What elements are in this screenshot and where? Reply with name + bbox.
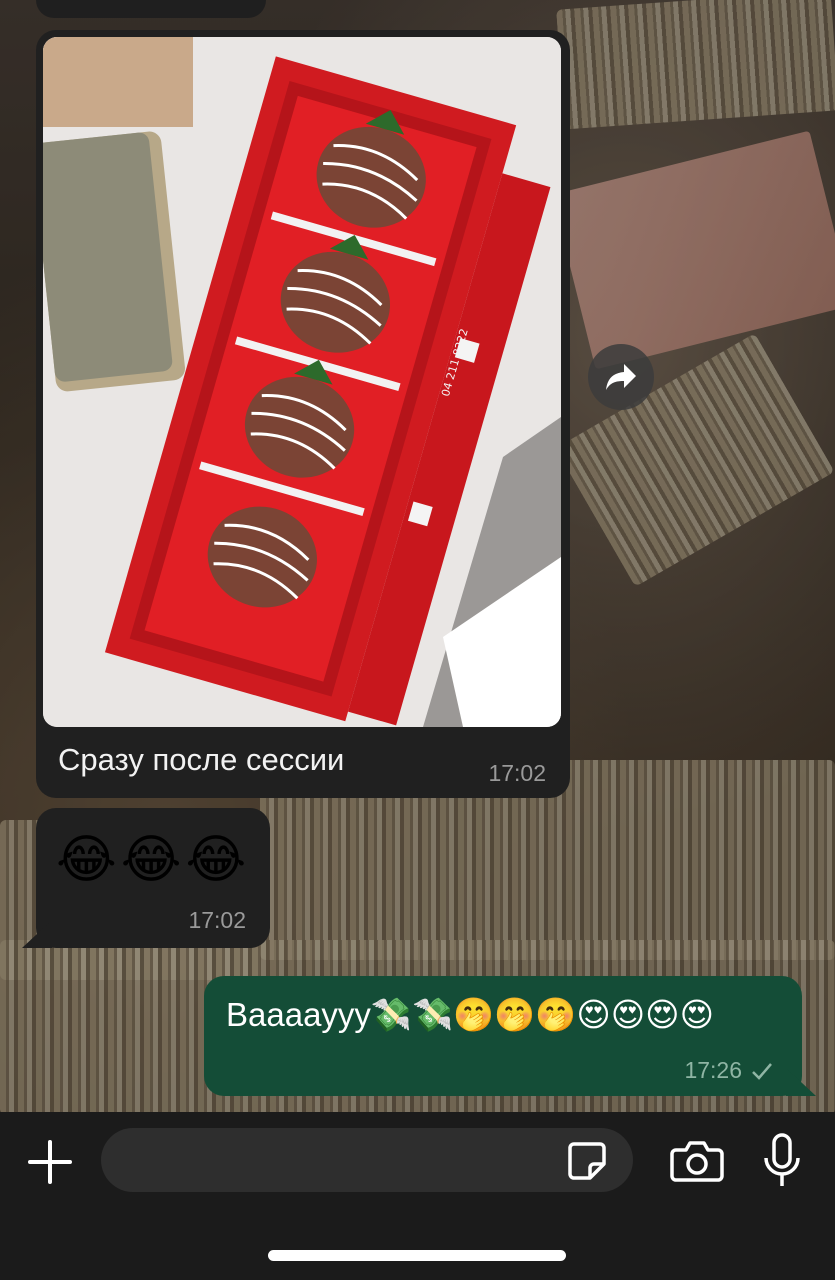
sent-check-icon [752, 1062, 772, 1080]
emoji-message-bubble[interactable]: 😂😂😂 17:02 [36, 808, 270, 948]
microphone-icon[interactable] [760, 1132, 804, 1190]
message-input-bar [0, 1112, 835, 1280]
message-time: 17:02 [488, 760, 546, 786]
sticker-icon[interactable] [566, 1140, 608, 1182]
camera-icon[interactable] [670, 1138, 724, 1184]
photo-caption: Сразу после сессии [58, 742, 345, 777]
forward-arrow-icon [606, 364, 636, 390]
home-indicator [268, 1250, 566, 1261]
plus-icon[interactable] [24, 1136, 76, 1188]
photo-message-bubble[interactable]: 04 211 8222 Сразу после сессии 17:02 [36, 30, 570, 798]
message-input[interactable] [101, 1128, 633, 1192]
message-time: 17:02 [188, 907, 246, 933]
message-photo[interactable]: 04 211 8222 [43, 37, 561, 727]
strawberries-box-photo: 04 211 8222 [43, 37, 561, 727]
message-text: Baaaayyy💸💸🤭🤭🤭😍😍😍😍 [226, 996, 714, 1033]
message-text: 😂😂😂 [56, 831, 251, 889]
message-time: 17:26 [684, 1057, 742, 1083]
outgoing-message-bubble[interactable]: Baaaayyy💸💸🤭🤭🤭😍😍😍😍 17:26 [204, 976, 802, 1096]
previous-message-bubble[interactable] [36, 0, 266, 18]
forward-button[interactable] [588, 344, 654, 410]
